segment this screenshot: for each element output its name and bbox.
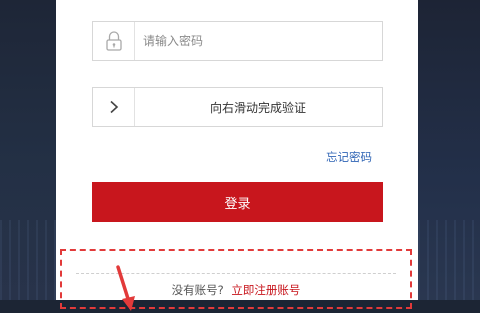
lock-icon xyxy=(93,22,135,60)
register-link[interactable]: 立即注册账号 xyxy=(231,283,300,297)
login-button[interactable]: 登录 xyxy=(92,182,383,222)
password-input[interactable] xyxy=(143,22,373,60)
register-prompt: 没有账号? xyxy=(171,283,224,297)
background-right xyxy=(418,0,480,300)
password-field[interactable] xyxy=(92,21,383,61)
register-row: 没有账号? 立即注册账号 xyxy=(62,282,410,298)
register-highlight-box: 没有账号? 立即注册账号 xyxy=(60,249,412,311)
chevron-right-icon xyxy=(109,100,118,114)
slider-hint: 向右滑动完成验证 xyxy=(209,100,306,115)
slider-handle[interactable] xyxy=(93,88,135,126)
slider-captcha[interactable]: 向右滑动完成验证 xyxy=(92,87,383,127)
login-panel: 向右滑动完成验证 忘记密码 登录 没有账号? 立即注册账号 xyxy=(56,0,418,311)
forgot-password-link[interactable]: 忘记密码 xyxy=(326,149,372,165)
background-left xyxy=(0,0,56,300)
